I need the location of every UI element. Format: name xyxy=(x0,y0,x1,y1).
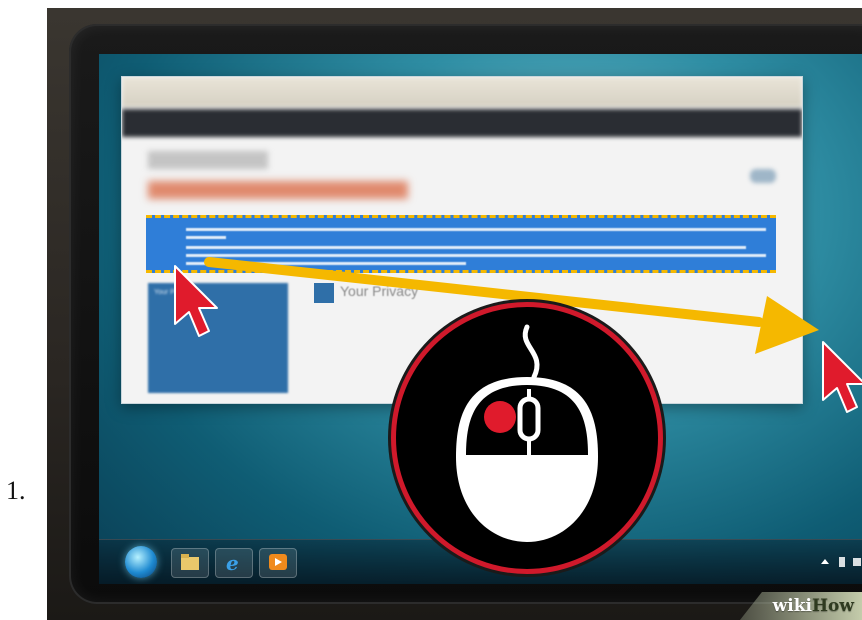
mouse-cursor-icon xyxy=(822,341,862,413)
page-title xyxy=(148,151,268,169)
selected-text-block[interactable] xyxy=(146,215,776,273)
wikihow-logo-suffix: How xyxy=(811,596,854,616)
computer-mouse-badge xyxy=(391,302,663,574)
site-navigation-bar xyxy=(122,109,802,137)
wikihow-logo: wikiHow xyxy=(773,596,854,616)
privacy-icon xyxy=(314,283,334,303)
wikihow-logo-prefix: wiki xyxy=(772,596,812,616)
start-orb-icon[interactable] xyxy=(125,546,157,578)
browser-toolbar xyxy=(122,77,802,107)
mouse-cursor-icon xyxy=(174,265,218,337)
selected-text-line xyxy=(186,236,226,239)
monitor-screen: Your Privacy Your Privacy e xyxy=(99,54,862,584)
media-player-icon[interactable] xyxy=(259,548,297,578)
folder-icon[interactable] xyxy=(171,548,209,578)
computer-mouse-icon xyxy=(456,324,598,542)
selected-text-line xyxy=(186,228,766,231)
svg-text:e: e xyxy=(226,552,239,574)
system-tray[interactable] xyxy=(819,554,862,570)
privacy-heading: Your Privacy xyxy=(340,283,419,299)
step-illustration: Your Privacy Your Privacy e wikiHow xyxy=(47,8,862,620)
selected-text-line xyxy=(186,246,746,249)
list-number: 1. xyxy=(6,476,26,505)
page-heading xyxy=(148,181,408,199)
internet-explorer-icon[interactable]: e xyxy=(215,548,253,578)
selected-text-line xyxy=(186,254,766,257)
header-button[interactable] xyxy=(750,169,776,183)
